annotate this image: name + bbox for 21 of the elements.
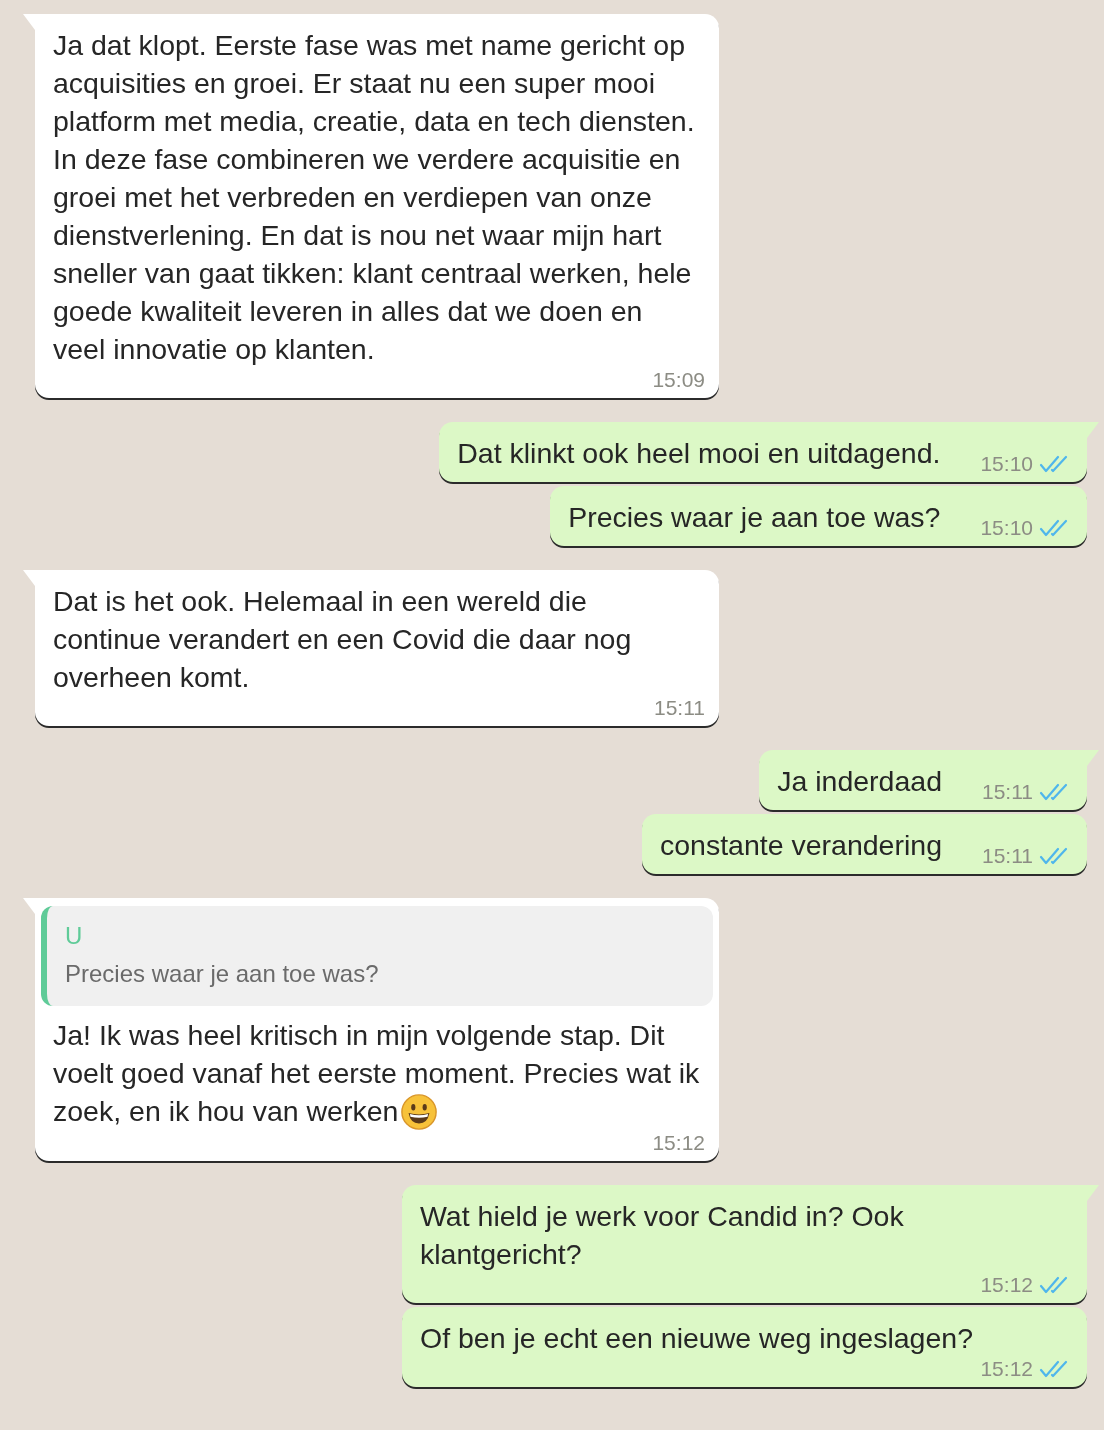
- message-text: Wat hield je werk voor Candid in? Ook klantgericht?: [420, 1200, 904, 1270]
- message-text: Ja! Ik was heel kritisch in mijn volgende stap. Dit voelt goed vanaf het eerste moment. Precies wat ik zoek, en ik hou van werken: [53, 1019, 700, 1127]
- message-text: Of ben je echt een nieuwe weg ingeslagen?: [420, 1322, 973, 1354]
- quoted-message[interactable]: U Precies waar je aan toe was?: [41, 906, 713, 1006]
- message-text: Precies waar je aan toe was?: [568, 501, 941, 533]
- message-time: 15:12: [652, 1131, 705, 1155]
- message-time: 15:09: [652, 368, 705, 392]
- message-time: 15:12: [980, 1273, 1033, 1297]
- message-time: 15:11: [982, 780, 1033, 804]
- quote-text: Precies waar je aan toe was?: [65, 959, 380, 989]
- message-time: 15:11: [654, 696, 705, 720]
- message-text: Dat klinkt ook heel mooi en uitdagend.: [457, 437, 941, 469]
- message-time: 15:11: [982, 844, 1033, 868]
- message-text: constante verandering: [659, 829, 942, 861]
- message-time: 15:12: [980, 1357, 1033, 1381]
- message-time: 15:10: [980, 516, 1033, 540]
- message-text: Ja dat klopt. Eerste fase was met name gericht op acquisities en groei. Er staat nu een super mooi platform met media, creatie, data en tech diensten. In deze fase combineren we verdere acquisitie en groei met het verbreden en verdiepen van onze dienstverlening. En dat is nou net waar mijn hart sneller van gaat tikken: klant centraal werken, hele goede kwaliteit leveren in alles dat we doen en veel innovatie op klanten.: [53, 29, 695, 365]
- message-time: 15:10: [980, 452, 1033, 476]
- quote-author: U: [65, 921, 84, 951]
- message-text: Ja inderdaad: [777, 765, 942, 797]
- message-text: Dat is het ook. Helemaal in een wereld die continue verandert en een Covid die daar nog overheen komt.: [53, 585, 632, 693]
